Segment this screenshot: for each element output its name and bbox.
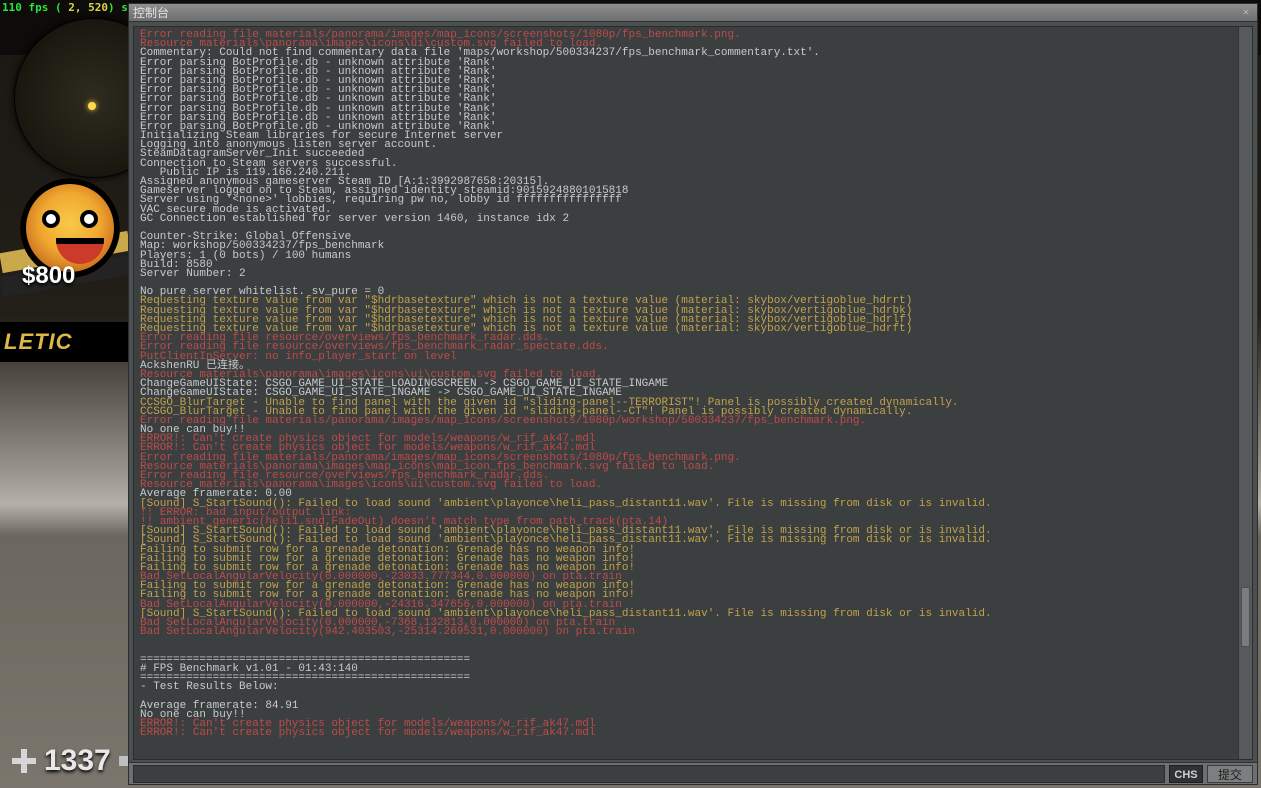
- console-output[interactable]: Error reading file materials/panorama/im…: [133, 26, 1253, 760]
- console-submit-button[interactable]: 提交: [1207, 765, 1253, 783]
- close-icon[interactable]: ×: [1239, 6, 1253, 20]
- ime-language-badge[interactable]: CHS: [1169, 765, 1203, 783]
- console-line: Resource materials\panorama\images\icons…: [140, 481, 1242, 490]
- console-line: ERROR!: Can't create physics object for …: [140, 729, 1242, 738]
- radar-player-dot: [88, 102, 96, 110]
- console-input[interactable]: [133, 765, 1165, 783]
- console-line: ========================================…: [140, 674, 1242, 683]
- console-line: Average framerate: 84.91: [140, 702, 1242, 711]
- console-titlebar[interactable]: 控制台 ×: [129, 4, 1257, 22]
- developer-console: 控制台 × Error reading file materials/panor…: [128, 3, 1258, 785]
- console-line: [140, 693, 1242, 702]
- ammo-value: 1337: [44, 744, 111, 778]
- console-line: Bad SetLocalAngularVelocity(942.403503,-…: [140, 628, 1242, 637]
- money-counter: $800: [22, 262, 75, 290]
- console-log-text: Error reading file materials/panorama/im…: [140, 31, 1242, 738]
- console-line: PutClientInServer: no info_player_start …: [140, 353, 1242, 362]
- console-footer: CHS 提交: [129, 762, 1257, 784]
- player-avatar: [0, 178, 130, 340]
- console-line: Server Number: 2: [140, 270, 1242, 279]
- console-line: Error reading file materials/panorama/im…: [140, 417, 1242, 426]
- console-line: Players: 1 (0 bots) / 100 humans: [140, 252, 1242, 261]
- team-banner: LETIC: [0, 322, 128, 362]
- console-line: Build: 8580: [140, 261, 1242, 270]
- console-line: - Test Results Below:: [140, 683, 1242, 692]
- scrollbar-thumb[interactable]: [1241, 587, 1250, 647]
- console-title-text: 控制台: [133, 4, 169, 21]
- console-line: GC Connection established for server ver…: [140, 215, 1242, 224]
- console-scrollbar[interactable]: [1238, 27, 1252, 759]
- console-line: [140, 637, 1242, 646]
- health-cross-icon: [12, 749, 36, 773]
